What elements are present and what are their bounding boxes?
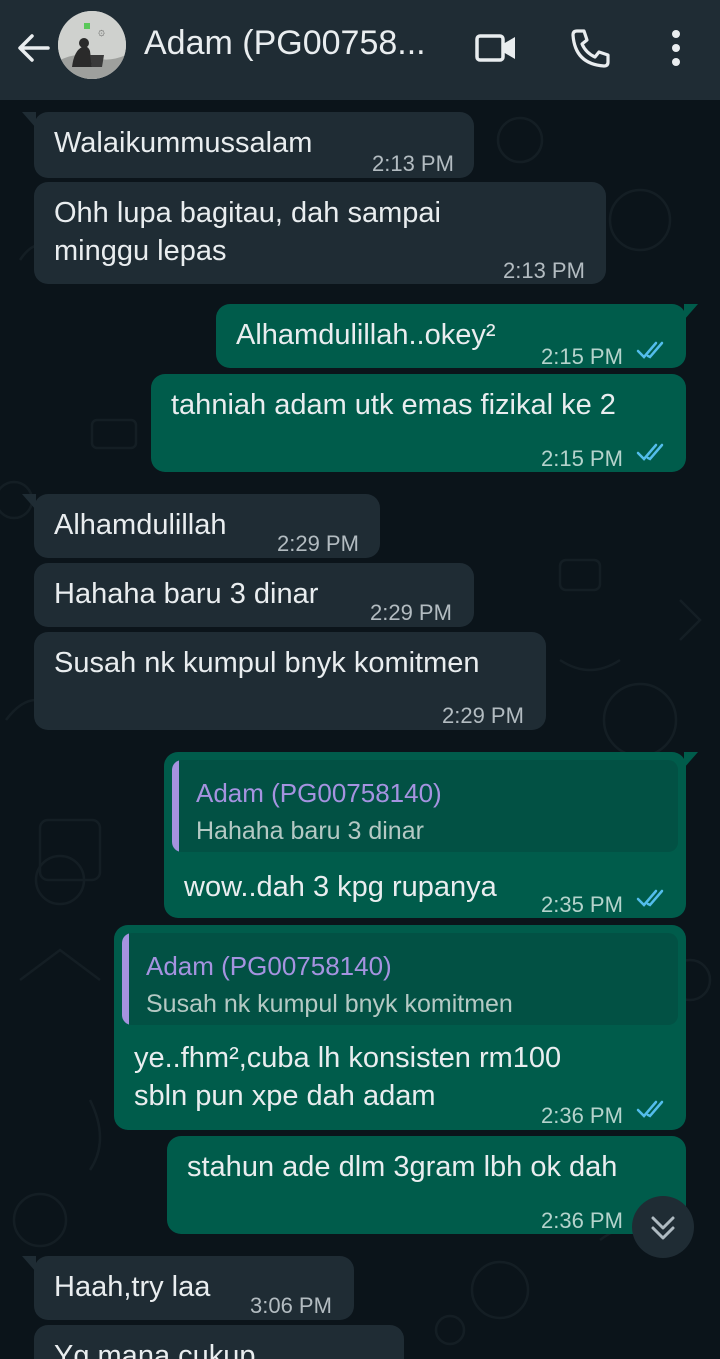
read-ticks-icon [636, 443, 664, 461]
avatar[interactable]: ۞ [58, 11, 126, 79]
message-incoming[interactable]: Ohh lupa bagitau, dah sampai minggu lepa… [34, 182, 606, 284]
video-call-icon[interactable] [474, 26, 518, 70]
message-text: Alhamdulillah [54, 509, 227, 541]
message-time: 2:13 PM [503, 258, 585, 283]
message-text: Susah nk kumpul bnyk komitmen [54, 647, 480, 679]
message-text: Hahaha baru 3 dinar [54, 578, 319, 610]
message-text-line-1: ye..fhm²,cuba lh konsisten rm100 [134, 1042, 562, 1074]
message-incoming[interactable]: Susah nk kumpul bnyk komitmen 2:29 PM [34, 632, 546, 730]
svg-text:۞: ۞ [98, 24, 105, 38]
message-text: stahun ade dlm 3gram lbh ok dah [187, 1151, 618, 1183]
message-text-line-1: Ohh lupa bagitau, dah sampai [54, 197, 441, 229]
message-time: 2:15 PM [541, 446, 623, 471]
message-time: 2:15 PM [541, 344, 623, 369]
message-time: 2:35 PM [541, 892, 623, 917]
message-text: Walaikummussalam [54, 127, 313, 159]
message-incoming[interactable]: Alhamdulillah 2:29 PM [22, 494, 380, 558]
quoted-sender: Adam (PG00758140) [196, 778, 442, 808]
message-outgoing-reply[interactable]: Adam (PG00758140) Susah nk kumpul bnyk k… [114, 925, 686, 1130]
quoted-message[interactable]: Adam (PG00758140) Hahaha baru 3 dinar [172, 760, 678, 852]
message-text: tahniah adam utk emas fizikal ke 2 [171, 389, 616, 421]
message-text: Yg mana cukup [54, 1340, 256, 1359]
read-ticks-icon [636, 1100, 664, 1118]
read-ticks-icon [636, 889, 664, 907]
scroll-to-bottom-button[interactable] [632, 1196, 694, 1258]
message-outgoing[interactable]: stahun ade dlm 3gram lbh ok dah 2:36 PM [167, 1136, 686, 1234]
message-text: wow..dah 3 kpg rupanya [184, 871, 497, 903]
message-text-line-2: minggu lepas [54, 235, 227, 267]
message-text: Alhamdulillah..okey² [236, 319, 496, 351]
message-incoming[interactable]: Walaikummussalam 2:13 PM [22, 112, 474, 178]
message-outgoing-reply[interactable]: Adam (PG00758140) Hahaha baru 3 dinar wo… [164, 752, 698, 918]
message-incoming[interactable]: Hahaha baru 3 dinar 2:29 PM [34, 563, 474, 627]
quoted-message[interactable]: Adam (PG00758140) Susah nk kumpul bnyk k… [122, 933, 678, 1025]
message-time: 2:36 PM [541, 1208, 623, 1233]
chat-area[interactable]: Walaikummussalam 2:13 PM Ohh lupa bagita… [0, 100, 720, 1359]
message-time: 2:36 PM [541, 1103, 623, 1128]
message-outgoing[interactable]: tahniah adam utk emas fizikal ke 2 2:15 … [151, 374, 686, 472]
message-text: Haah,try laa [54, 1271, 211, 1303]
quoted-text: Hahaha baru 3 dinar [196, 817, 424, 845]
back-arrow-icon[interactable] [14, 28, 54, 68]
phone-icon[interactable] [569, 26, 613, 70]
more-vertical-icon[interactable] [654, 26, 698, 70]
contact-name[interactable]: Adam (PG00758... [144, 24, 444, 63]
read-ticks-icon [636, 341, 664, 359]
message-time: 2:13 PM [372, 151, 454, 176]
message-incoming[interactable]: Haah,try laa 3:06 PM [22, 1256, 354, 1320]
double-chevron-down-icon [651, 1216, 675, 1240]
quoted-sender: Adam (PG00758140) [146, 951, 392, 981]
message-time: 2:29 PM [370, 600, 452, 625]
message-text-line-2: sbln pun xpe dah adam [134, 1080, 436, 1112]
message-time: 2:29 PM [277, 531, 359, 556]
message-time: 2:29 PM [442, 703, 524, 728]
message-outgoing[interactable]: Alhamdulillah..okey² 2:15 PM [216, 304, 698, 369]
message-time: 3:06 PM [250, 1293, 332, 1318]
quoted-text: Susah nk kumpul bnyk komitmen [146, 990, 513, 1018]
chat-header: ۞ Adam (PG00758... [0, 0, 720, 100]
message-incoming[interactable]: Yg mana cukup [34, 1325, 404, 1359]
